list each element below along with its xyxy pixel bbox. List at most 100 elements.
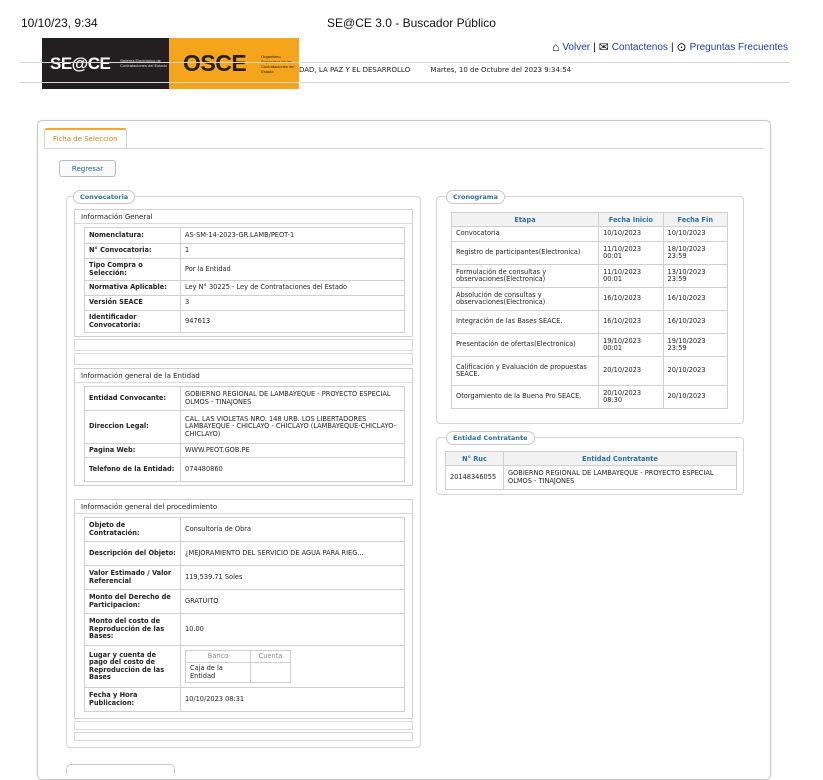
faq-link[interactable]: Preguntas Frecuentes xyxy=(690,42,788,53)
field-value: Ley N° 30225 - Ley de Contrataciones del… xyxy=(180,280,405,296)
top-links: ⌂ Volver | ✉ Contactenos | ⊙ Preguntas F… xyxy=(552,40,788,54)
table-row: Absolución de consultas y observaciones(… xyxy=(450,287,729,311)
info-entidad-title: Información general de la Entidad xyxy=(75,369,412,383)
table-header-row: Etapa Fecha Inicio Fecha Fin xyxy=(450,212,729,227)
account-value xyxy=(250,662,291,684)
table-cell: Presentación de ofertas(Electronica) xyxy=(450,333,600,357)
table-cell: 20/10/2023 xyxy=(662,385,729,409)
info-entidad-table: Entidad Convocante: GOBIERNO REGIONAL DE … xyxy=(84,386,405,482)
field-label: Valor Estimado / Valor Referencial xyxy=(84,565,181,590)
link-separator: | xyxy=(670,41,674,53)
rss-icon[interactable]: ⊙ xyxy=(677,40,687,54)
table-cell: Calificación y Evaluación de propuestas … xyxy=(450,356,600,386)
link-separator: | xyxy=(593,41,596,53)
column-header: Fecha Fin xyxy=(662,212,729,227)
table-row: Descripción del Objeto: ¿MEJORAMIENTO DEL… xyxy=(84,541,405,566)
field-value: Por la Entidad xyxy=(180,258,405,281)
print-page-title: SE@CE 3.0 - Buscador Público xyxy=(327,16,496,30)
table-cell: 13/10/2023 23:59 xyxy=(662,264,729,288)
table-cell: 20/10/2023 08:30 xyxy=(598,385,664,409)
bank-header: Banco xyxy=(185,649,251,664)
bank-value: Caja de la Entidad xyxy=(185,662,251,684)
regresar-button[interactable]: Regresar xyxy=(59,160,116,177)
table-cell: 18/10/2023 23:59 xyxy=(662,241,729,265)
info-procedimiento-table: Objeto de Contratación: Consultoría de Ob… xyxy=(84,517,405,712)
table-row: Entidad Convocante: GOBIERNO REGIONAL DE … xyxy=(84,386,405,411)
table-cell: 11/10/2023 00:01 xyxy=(598,264,664,288)
field-label: Pagina Web: xyxy=(84,443,181,458)
account-header: Cuenta xyxy=(250,649,291,664)
header-date: Martes, 10 de Octubre del 2023 9:34:54 xyxy=(430,66,572,74)
home-icon[interactable]: ⌂ xyxy=(552,40,559,54)
seace-logo: SE@CE xyxy=(50,54,111,73)
field-value: GRATUITO xyxy=(180,589,405,614)
table-header-row: N° Ruc Entidad Contratante xyxy=(445,451,737,466)
header-divider xyxy=(20,82,790,83)
table-cell: 19/10/2023 23:59 xyxy=(662,333,729,357)
field-value: 3 xyxy=(180,295,405,311)
header-divider xyxy=(20,62,790,63)
tab-ficha-seleccion[interactable]: Ficha de Seleccion xyxy=(44,128,127,149)
print-header: 10/10/23, 9:34 SE@CE 3.0 - Buscador Públ… xyxy=(0,0,823,36)
mail-icon[interactable]: ✉ xyxy=(599,40,609,54)
spacer-row xyxy=(74,339,413,351)
info-procedimiento-title: Información general del procedimiento xyxy=(75,500,412,514)
table-row: Monto del costo de Reproducción de las B… xyxy=(84,613,405,646)
field-label: Versión SEACE xyxy=(84,295,181,311)
field-value: 10/10/2023 08:31 xyxy=(180,687,405,712)
field-value: CAL. LAS VIOLETAS NRO. 148 URB. LOS LIBE… xyxy=(180,410,405,444)
header-slogan: DAD, LA PAZ Y EL DESARROLLO xyxy=(299,66,411,74)
table-row: Formulación de consultas y observaciones… xyxy=(450,264,729,288)
table-row: Tipo Compra o Selección: Por la Entidad xyxy=(84,258,405,281)
field-value: ¿MEJORAMIENTO DEL SERVICIO DE AGUA PARA … xyxy=(180,541,405,566)
field-value: 10.00 xyxy=(180,613,405,646)
column-header: Fecha Inicio xyxy=(598,212,664,227)
back-link[interactable]: Volver xyxy=(562,42,590,53)
field-label: Monto del costo de Reproducción de las B… xyxy=(84,613,181,646)
table-cell: Otorgamiento de la Buena Pro SEACE. xyxy=(450,385,600,409)
table-row: Calificación y Evaluación de propuestas … xyxy=(450,356,729,386)
payment-table: Banco Cuenta Caja de la Entidad xyxy=(185,649,291,684)
table-cell: 20/10/2023 xyxy=(662,356,729,386)
field-label: Tipo Compra o Selección: xyxy=(84,258,181,281)
table-cell: 19/10/2023 00:01 xyxy=(598,333,664,357)
field-value: 947613 xyxy=(180,310,405,333)
table-cell: Registro de participantes(Electronica) xyxy=(450,241,600,265)
table-row: Pagina Web: WWW.PEOT.GOB.PE xyxy=(84,443,405,458)
column-header: Etapa xyxy=(450,212,600,227)
table-cell: 16/10/2023 xyxy=(662,310,729,334)
contact-link[interactable]: Contactenos xyxy=(612,42,668,53)
seace-subtitle: Sistema Electrónico de Contrataciones de… xyxy=(120,58,167,68)
info-general-table: Nomenclatura: AS-SM-14-2023-GR.LAMB/PEOT-… xyxy=(84,227,405,333)
payment-cell: Banco Cuenta Caja de la Entidad xyxy=(180,645,405,688)
table-row: Caja de la Entidad xyxy=(185,662,291,684)
table-cell: 10/10/2023 xyxy=(598,226,664,242)
table-cell: Integración de las Bases SEACE. xyxy=(450,310,600,334)
osce-subtitle: Organismo Supervisor de las Contratacion… xyxy=(261,54,295,74)
field-label: Telefono de la Entidad: xyxy=(84,457,181,482)
table-cell: GOBIERNO REGIONAL DE LAMBAYEQUE - PROYEC… xyxy=(503,465,737,490)
field-value: GOBIERNO REGIONAL DE LAMBAYEQUE - PROYEC… xyxy=(180,386,405,411)
table-cell: Absolución de consultas y observaciones(… xyxy=(450,287,600,311)
table-cell: Formulación de consultas y observaciones… xyxy=(450,264,600,288)
spacer-row xyxy=(74,721,413,730)
osce-logo: OSCE xyxy=(183,50,247,76)
field-label: Descripción del Objeto: xyxy=(84,541,181,566)
table-cell: Convocatoria xyxy=(450,226,600,242)
table-row: Identificador Convocatoria: 947613 xyxy=(84,310,405,333)
field-value: Consultoría de Obra xyxy=(180,517,405,542)
table-cell: 16/10/2023 xyxy=(598,287,664,311)
table-row: Nomenclatura: AS-SM-14-2023-GR.LAMB/PEOT-… xyxy=(84,227,405,244)
table-row: Presentación de ofertas(Electronica) 19/1… xyxy=(450,333,729,357)
table-cell: 20/10/2023 xyxy=(598,356,664,386)
field-value: AS-SM-14-2023-GR.LAMB/PEOT-1 xyxy=(180,227,405,244)
field-label: Identificador Convocatoria: xyxy=(84,310,181,333)
field-label: Objeto de Contratación: xyxy=(84,517,181,542)
table-row: 20148346055 GOBIERNO REGIONAL DE LAMBAYE… xyxy=(445,465,737,490)
table-row: Banco Cuenta xyxy=(185,649,291,664)
table-row: Otorgamiento de la Buena Pro SEACE. 20/10… xyxy=(450,385,729,409)
entidad-contratante-table: N° Ruc Entidad Contratante 20148346055 G… xyxy=(445,451,737,490)
table-row: N° Convocatoria: 1 xyxy=(84,243,405,259)
column-header: Entidad Contratante xyxy=(503,451,737,466)
table-row: Monto del Derecho de Participacion: GRATU… xyxy=(84,589,405,614)
